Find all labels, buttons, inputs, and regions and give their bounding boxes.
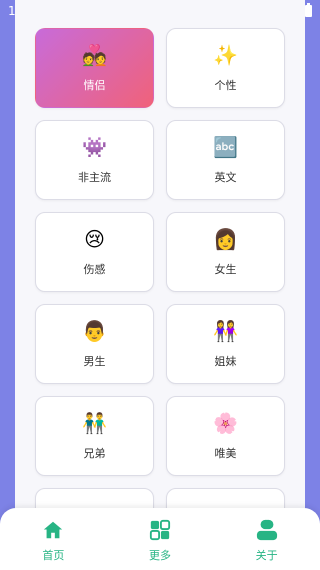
category-label: 情侣 — [83, 79, 106, 92]
nav-home[interactable]: 首页 — [13, 519, 93, 563]
nav-home-label: 首页 — [42, 549, 65, 562]
category-tile-brothers[interactable]: 👬 兄弟 — [35, 396, 154, 476]
crying-face-icon: 😢 — [84, 227, 105, 251]
user-icon — [256, 519, 277, 541]
category-label: 女生 — [214, 263, 237, 276]
bottom-nav: 首页 更多 关于 — [0, 508, 320, 570]
two-men-icon: 👬 — [82, 411, 107, 435]
category-tile-boys[interactable]: 👨 男生 — [35, 304, 154, 384]
category-label: 男生 — [83, 355, 106, 368]
category-label: 唯美 — [214, 447, 237, 460]
battery-icon — [305, 3, 312, 17]
more-icon — [149, 519, 171, 541]
category-tile-sad[interactable]: 😢 伤感 — [35, 212, 154, 292]
category-label: 兄弟 — [83, 447, 106, 460]
category-label: 姐妹 — [214, 355, 237, 368]
couple-icon: 💑 — [82, 43, 107, 67]
content-panel: 💑 情侣 ✨ 个性 👾 非主流 🔤 英文 😢 伤感 👩 女生 👨 男生 👭 姐妹… — [15, 0, 305, 570]
cherry-blossom-icon: 🌸 — [213, 411, 238, 435]
nav-more-label: 更多 — [148, 549, 171, 562]
category-label: 个性 — [214, 79, 237, 92]
category-tile-sisters[interactable]: 👭 姐妹 — [166, 304, 285, 384]
sparkles-icon: ✨ — [213, 43, 238, 67]
category-tile-personality[interactable]: ✨ 个性 — [166, 28, 285, 108]
nav-about[interactable]: 关于 — [227, 519, 307, 563]
man-icon: 👨 — [82, 319, 107, 343]
two-women-icon: 👭 — [213, 319, 238, 343]
category-tile-nonmainstream[interactable]: 👾 非主流 — [35, 120, 154, 200]
abc-icon: 🔤 — [213, 135, 238, 159]
nav-more[interactable]: 更多 — [120, 519, 200, 563]
category-tile-english[interactable]: 🔤 英文 — [166, 120, 285, 200]
category-label: 英文 — [214, 171, 237, 184]
category-tile-couple[interactable]: 💑 情侣 — [35, 28, 154, 108]
alien-monster-icon: 👾 — [82, 135, 107, 159]
category-tile-aesthetic[interactable]: 🌸 唯美 — [166, 396, 285, 476]
category-grid: 💑 情侣 ✨ 个性 👾 非主流 🔤 英文 😢 伤感 👩 女生 👨 男生 👭 姐妹… — [35, 28, 285, 568]
category-tile-girls[interactable]: 👩 女生 — [166, 212, 285, 292]
category-label: 非主流 — [78, 171, 111, 184]
woman-icon: 👩 — [213, 227, 238, 251]
home-icon — [44, 521, 63, 539]
category-label: 伤感 — [83, 263, 106, 276]
nav-about-label: 关于 — [255, 549, 278, 562]
